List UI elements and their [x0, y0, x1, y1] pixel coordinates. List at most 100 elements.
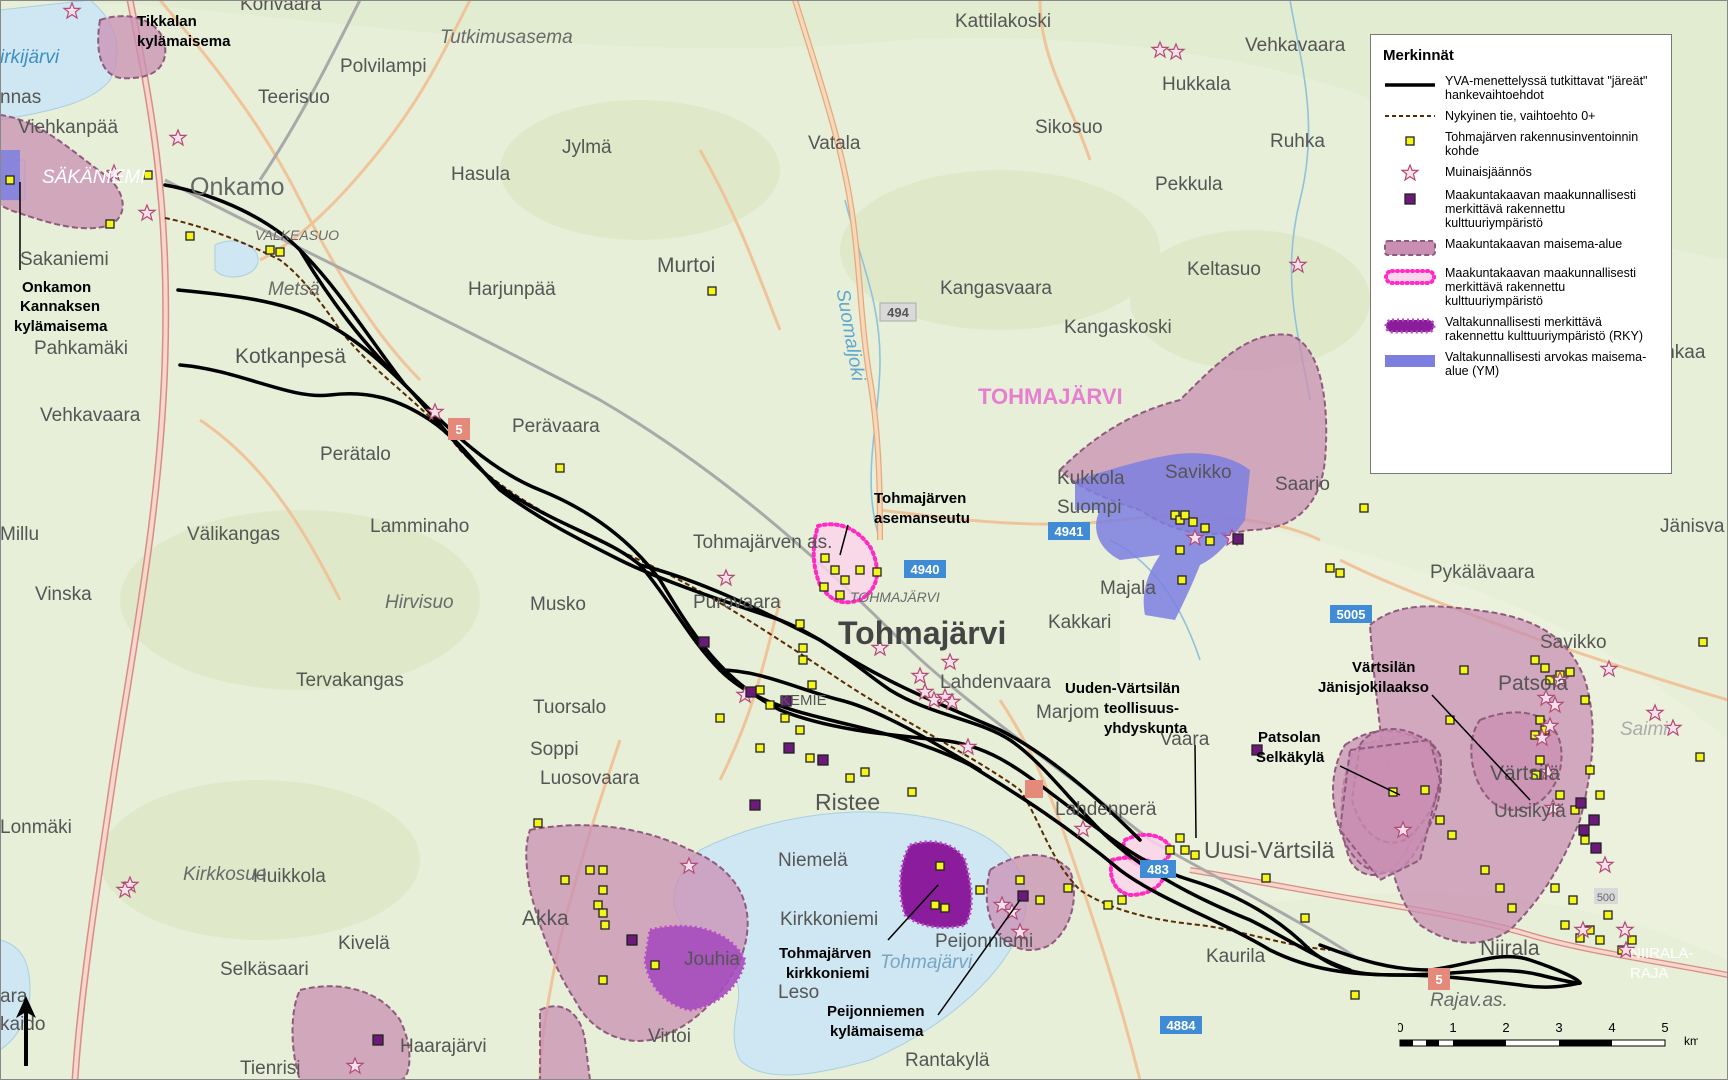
road-494-label: 494	[887, 305, 909, 320]
inventory-item	[265, 245, 275, 255]
inventory-item	[805, 753, 815, 763]
place-marjomaki: Marjom	[1036, 702, 1099, 723]
place-hirvisuo: Hirvisuo	[385, 592, 454, 613]
inventory-item	[1595, 935, 1605, 945]
legend-symbol-inventory	[1383, 130, 1437, 152]
place-uusi-vartsila: Uusi-Värtsilä	[1204, 837, 1335, 863]
place-purovaara: Purovaara	[693, 592, 781, 613]
inventory-item	[585, 865, 595, 875]
place-polvilampi: Polvilampi	[340, 56, 427, 77]
place-teerisuo: Teerisuo	[258, 87, 330, 108]
road-4884-label: 4884	[1167, 1018, 1197, 1033]
place-suompi: Suompi	[1057, 497, 1121, 518]
place-majala: Majala	[1100, 578, 1156, 599]
place-harjunpaa: Harjunpää	[468, 279, 556, 300]
place-kattilakoski: Kattilakoski	[955, 11, 1051, 32]
place-niirala: Niirala	[1480, 937, 1540, 960]
place-metsa: Metsä	[268, 279, 320, 300]
inventory-item	[798, 643, 808, 653]
maakunta-site	[749, 799, 761, 811]
inventory-item	[1507, 903, 1517, 913]
inventory-item	[5, 175, 15, 185]
inventory-item	[1177, 575, 1187, 585]
inventory-item	[840, 575, 850, 585]
maakunta-site	[372, 1034, 384, 1046]
inventory-item	[593, 900, 603, 910]
legend-label-current-road: Nykyinen tie, vaihtoehto 0+	[1445, 109, 1596, 123]
legend-symbol-maakunta-site	[1383, 188, 1437, 210]
inventory-item	[275, 247, 285, 257]
legend-item-current-road: Nykyinen tie, vaihtoehto 0+	[1383, 109, 1659, 123]
road-500-label: 500	[1597, 892, 1615, 904]
place-kivela: Kivelä	[338, 933, 390, 954]
inventory-item	[1350, 990, 1360, 1000]
inventory-item	[1627, 935, 1637, 945]
inventory-item	[598, 885, 608, 895]
scale-tick-4: 4	[1608, 1020, 1615, 1035]
legend-title: Merkinnät	[1383, 47, 1454, 64]
road-483-label: 483	[1147, 862, 1169, 877]
place-tohmajarvi-town: Tohmajärvi	[838, 615, 1006, 651]
legend-item-landscape: Maakuntakaavan maisema-alue	[1383, 237, 1659, 259]
inventory-item	[830, 565, 840, 575]
annotation-patsola-line1: Patsolan	[1258, 729, 1321, 746]
inventory-item	[105, 219, 115, 229]
inventory-item	[533, 818, 543, 828]
legend-item-rky: Valtakunnallisesti merkittävä rakennettu…	[1383, 315, 1659, 343]
place-sakaniemi-caps: SÄKÄNIEMI	[42, 167, 146, 188]
place-peijonniemi: Peijonniemi	[935, 931, 1033, 952]
scale-tick-2: 2	[1502, 1020, 1509, 1035]
legend-item-inventory: Tohmajärven rakennusinventoinnin kohde	[1383, 130, 1659, 158]
maakunta-site	[745, 686, 757, 698]
place-rajav: Rajav.as.	[1430, 990, 1508, 1011]
inventory-item	[1035, 895, 1045, 905]
inventory-item	[855, 565, 865, 575]
inventory-item	[795, 619, 805, 629]
place-saario: Saario	[1275, 474, 1330, 495]
inventory-item	[598, 975, 608, 985]
inventory-item	[1200, 523, 1210, 533]
inventory-item	[845, 773, 855, 783]
place-vehkavaara-north: Vehkavaara	[1245, 35, 1346, 56]
legend-label-inventory: Tohmajärven rakennusinventoinnin kohde	[1445, 130, 1639, 158]
legend-label-landscape: Maakuntakaavan maisema-alue	[1445, 237, 1623, 251]
inventory-item	[1530, 655, 1540, 665]
inventory-item	[1180, 845, 1190, 855]
annotation-onkamo-line3: kylämaisema	[14, 318, 108, 335]
place-luosovaara: Luosovaara	[540, 768, 640, 789]
maakunta-site	[1017, 890, 1029, 902]
inventory-item	[807, 680, 817, 690]
inventory-item	[1063, 883, 1073, 893]
legend-label-maakunta-env: Maakuntakaavan maakunnallisesti merkittä…	[1445, 266, 1637, 308]
place-niemela: Niemelä	[778, 850, 848, 871]
road-4940-label: 4940	[911, 562, 940, 577]
place-kangaskoski: Kangaskoski	[1064, 317, 1172, 338]
annotation-kirkkoniemi-line2: kirkkoniemi	[786, 965, 869, 982]
maakunta-site	[1232, 533, 1244, 545]
scale-bar: 0 1 2 3 4 5 km	[1398, 1020, 1698, 1048]
place-vartsila: Värtsilä	[1490, 762, 1560, 785]
legend-symbol-maakunta-env	[1383, 266, 1437, 288]
legend-item-maakunta-env: Maakuntakaavan maakunnallisesti merkittä…	[1383, 266, 1659, 308]
inventory-item	[1550, 883, 1560, 893]
maakunta-site	[783, 742, 795, 754]
inventory-item	[1261, 873, 1271, 883]
place-tohmajarvi-lake: Tohmajärvi	[880, 952, 973, 973]
place-kukkola: Kukkola	[1057, 468, 1125, 489]
inventory-item	[820, 553, 830, 563]
scale-unit: km	[1684, 1034, 1698, 1048]
inventory-item	[1103, 900, 1113, 910]
inventory-item	[1585, 765, 1595, 775]
place-kemie: KEMIE	[780, 692, 827, 709]
inventory-item	[1165, 845, 1175, 855]
inventory-item	[1015, 875, 1025, 885]
maakunta-site	[1578, 824, 1590, 836]
place-hasula: Hasula	[451, 164, 511, 185]
place-peratalo: Perätalo	[320, 444, 391, 465]
inventory-item	[860, 767, 870, 777]
inventory-item	[1695, 752, 1705, 762]
place-onkamo: Onkamo	[190, 173, 284, 201]
inventory-item	[795, 725, 805, 735]
place-pykalavaara: Pykälävaara	[1430, 562, 1535, 583]
north-arrow-icon	[16, 996, 36, 1066]
